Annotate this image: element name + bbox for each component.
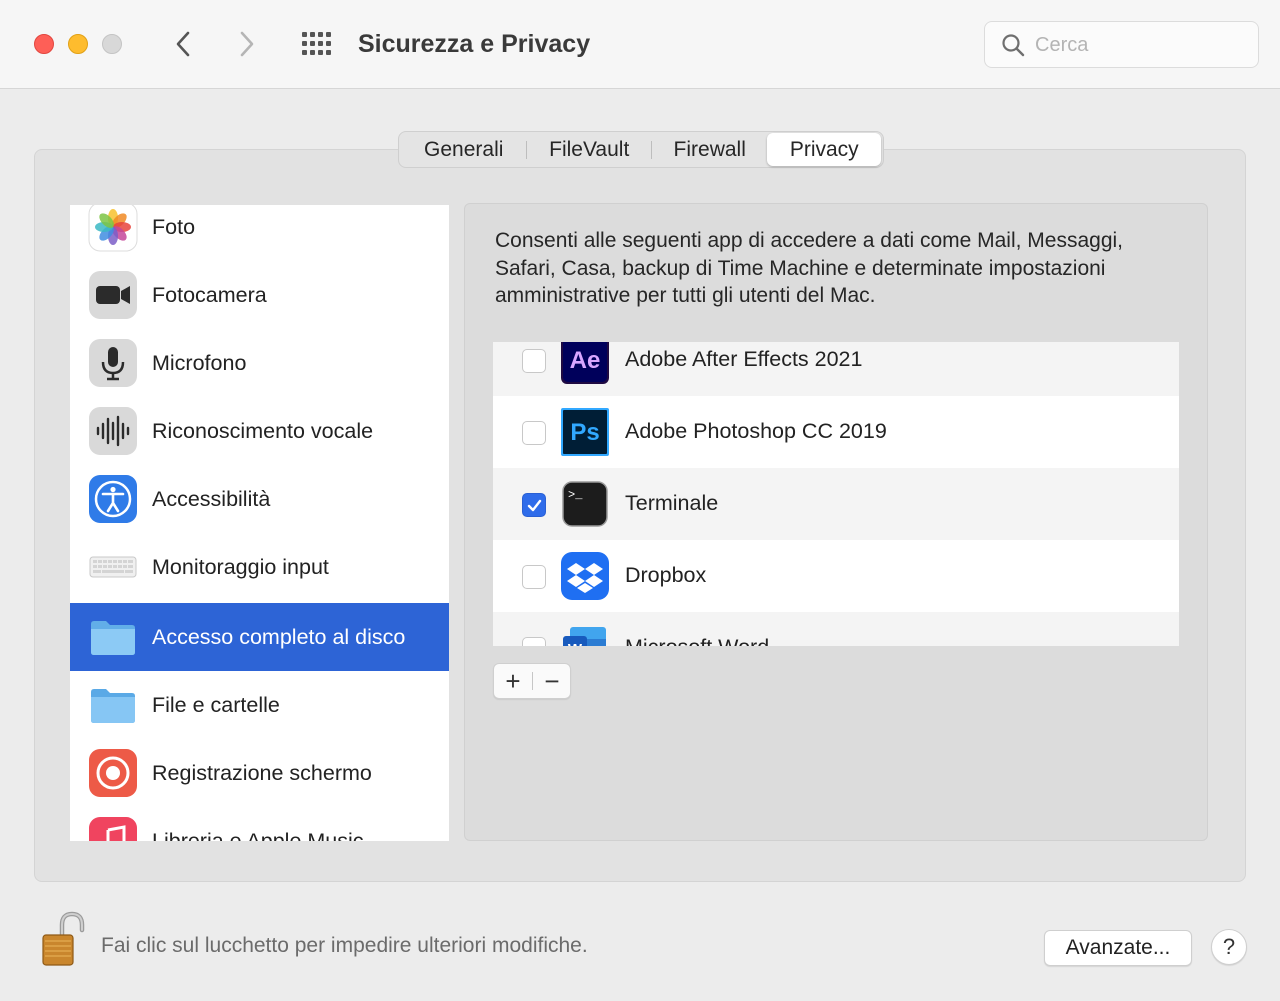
camera-icon [89, 271, 137, 319]
back-button[interactable] [168, 28, 198, 60]
search-input[interactable] [1035, 28, 1245, 62]
grid-icon [302, 32, 331, 55]
app-row-dropbox[interactable]: Dropbox [493, 540, 1179, 612]
category-item-fotocamera[interactable]: Fotocamera [70, 261, 449, 329]
tab-bar: Generali FileVault Firewall Privacy [398, 131, 884, 168]
speech-recognition-icon [89, 407, 137, 455]
dropbox-icon [561, 552, 609, 600]
terminal-icon: >_ [562, 481, 608, 527]
category-item-monitoraggio-input[interactable]: Monitoraggio input [70, 533, 449, 601]
category-item-accesso-completo-al-disco[interactable]: Accesso completo al disco [70, 603, 449, 671]
category-label: Accesso completo al disco [152, 624, 406, 649]
category-label: Accessibilità [152, 486, 271, 511]
screen-recording-icon [89, 749, 137, 797]
app-row-terminale[interactable]: >_ Terminale [493, 468, 1179, 540]
category-label: Microfono [152, 350, 247, 375]
app-checkbox[interactable] [522, 493, 546, 517]
tab-label: Generali [424, 137, 504, 161]
title-bar: Sicurezza e Privacy [0, 0, 1280, 89]
search-icon [1002, 34, 1025, 57]
checkmark-icon [527, 499, 542, 512]
chevron-left-icon [176, 31, 190, 57]
tab-label: Privacy [789, 137, 859, 161]
remove-app-button[interactable]: − [534, 664, 570, 698]
category-item-foto[interactable]: Foto [70, 205, 449, 261]
privacy-category-list[interactable]: Foto Fotocamera Microfono Riconoscimento… [70, 205, 449, 841]
tab-firewall[interactable]: Firewall [652, 133, 768, 166]
folder-icon [91, 689, 135, 723]
category-label: Fotocamera [152, 282, 267, 307]
add-app-button[interactable]: + [494, 664, 532, 698]
svg-text:W: W [568, 641, 583, 646]
category-item-microfono[interactable]: Microfono [70, 329, 449, 397]
keyboard-icon [89, 556, 137, 578]
advanced-button[interactable]: Avanzate... [1044, 930, 1192, 966]
zoom-button[interactable] [102, 34, 122, 54]
category-item-file-e-cartelle[interactable]: File e cartelle [70, 671, 449, 739]
search-field[interactable] [984, 21, 1259, 68]
category-item-registrazione-schermo[interactable]: Registrazione schermo [70, 739, 449, 807]
app-label: Dropbox [625, 563, 707, 587]
svg-text:>_: >_ [568, 488, 583, 502]
music-icon [89, 817, 137, 841]
photos-icon [88, 205, 138, 252]
app-label: Adobe After Effects 2021 [625, 347, 863, 371]
microphone-icon [89, 339, 137, 387]
tab-filevault[interactable]: FileVault [527, 133, 650, 166]
app-label: Adobe Photoshop CC 2019 [625, 419, 887, 443]
lock-icon[interactable] [40, 910, 86, 968]
svg-text:Ps: Ps [570, 419, 599, 446]
app-row-photoshop[interactable]: Ps Adobe Photoshop CC 2019 [493, 396, 1179, 468]
app-checkbox[interactable] [522, 637, 546, 646]
tab-generali[interactable]: Generali [401, 133, 526, 166]
category-label: File e cartelle [152, 692, 280, 717]
tab-label: Firewall [673, 137, 746, 161]
help-button[interactable]: ? [1211, 929, 1247, 965]
category-label: Foto [152, 214, 196, 239]
category-item-riconoscimento-vocale[interactable]: Riconoscimento vocale [70, 397, 449, 465]
app-checkbox[interactable] [522, 565, 546, 589]
category-label: Registrazione schermo [152, 760, 372, 785]
after-effects-icon: Ae [561, 342, 609, 384]
folder-icon [91, 621, 135, 655]
svg-text:Ae: Ae [570, 347, 601, 374]
photoshop-icon: Ps [561, 408, 609, 456]
description-text: Consenti alle seguenti app di accedere a… [495, 229, 1124, 307]
category-item-libreria-apple-music[interactable]: Libreria e Apple Music [70, 807, 449, 841]
category-label: Riconoscimento vocale [152, 418, 374, 443]
app-label: Microsoft Word [625, 635, 769, 646]
window-title: Sicurezza e Privacy [358, 30, 591, 58]
tab-privacy[interactable]: Privacy [767, 133, 882, 166]
add-remove-separator [532, 672, 533, 690]
accessibility-icon [89, 475, 137, 523]
lock-message: Fai clic sul lucchetto per impedire ulte… [101, 934, 588, 957]
app-label: Terminale [625, 491, 719, 515]
category-label: Libreria e Apple Music [152, 828, 364, 842]
word-icon: W [563, 627, 606, 646]
app-row-word[interactable]: W Microsoft Word [493, 612, 1179, 646]
forward-button[interactable] [232, 28, 262, 60]
category-item-accessibilita[interactable]: Accessibilità [70, 465, 449, 533]
show-all-button[interactable] [300, 30, 334, 58]
category-label: Monitoraggio input [152, 554, 329, 579]
minimize-button[interactable] [68, 34, 88, 54]
add-remove-control: + − [493, 663, 571, 699]
tab-label: FileVault [549, 137, 630, 161]
app-row-after-effects[interactable]: Ae Adobe After Effects 2021 [493, 342, 1179, 396]
app-checkbox[interactable] [522, 349, 546, 373]
chevron-right-icon [240, 31, 254, 57]
app-list[interactable]: Ae Adobe After Effects 2021 Ps Adobe Pho… [493, 342, 1179, 646]
close-button[interactable] [34, 34, 54, 54]
app-checkbox[interactable] [522, 421, 546, 445]
